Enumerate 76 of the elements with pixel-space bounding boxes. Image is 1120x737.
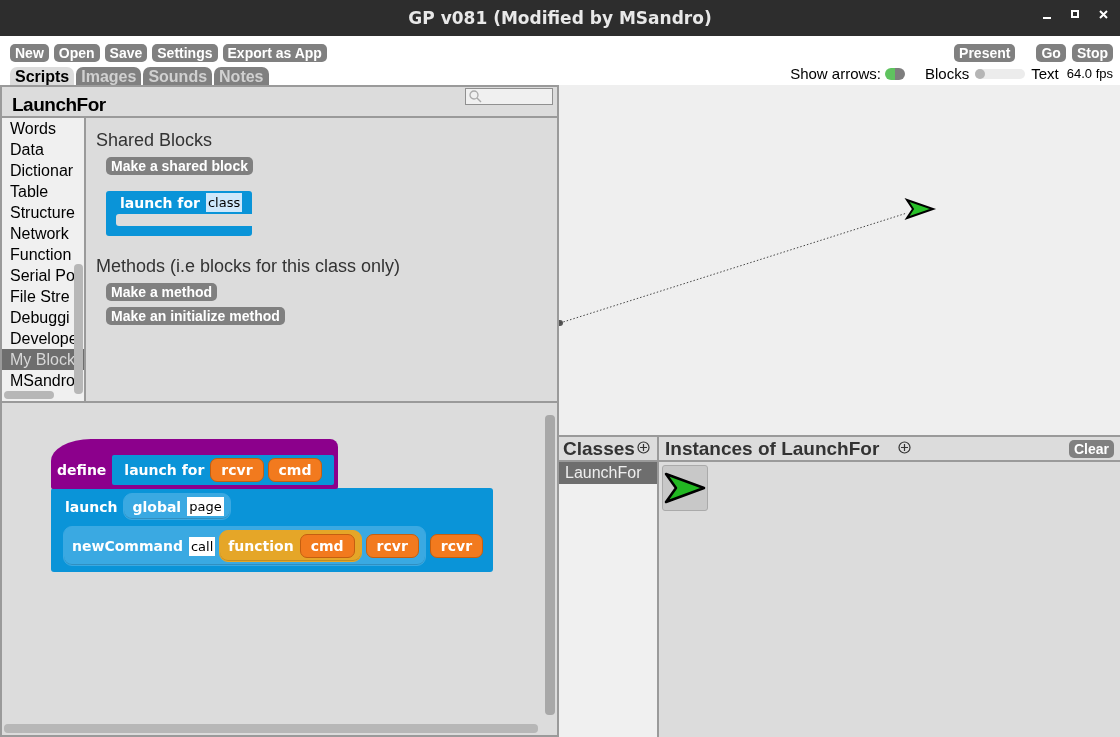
add-instance-icon[interactable]	[898, 441, 912, 454]
toolbar-button[interactable]: Stop	[1071, 44, 1113, 62]
toolbar-button[interactable]: New	[10, 44, 49, 62]
tab[interactable]: Sounds	[143, 67, 213, 85]
arrow-sprite[interactable]	[904, 198, 937, 220]
category-item[interactable]: File Stre	[2, 286, 84, 307]
category-item[interactable]: Develope	[2, 328, 84, 349]
window-title: GP v081 (Modified by MSandro)	[408, 8, 712, 28]
category-item[interactable]: Serial Po	[2, 265, 84, 286]
reporter-block[interactable]: newCommand call function cmd rcvr	[63, 526, 426, 566]
block-label: launch for	[123, 462, 206, 478]
show-arrows-toggle[interactable]	[885, 67, 906, 80]
instances-heading: Instances of LaunchFor	[665, 437, 880, 460]
search-icon	[469, 90, 482, 103]
toolbar-button[interactable]: Present	[954, 44, 1016, 62]
block-label: define	[56, 462, 108, 478]
make-method-button[interactable]: Make an initialize method	[106, 307, 285, 325]
variable-block[interactable]: rcvr	[429, 534, 484, 558]
block-label: function	[227, 538, 295, 554]
reporter-block[interactable]: global page	[123, 493, 231, 520]
show-arrows-label: Show arrows:	[790, 65, 882, 82]
scrollbar[interactable]	[545, 415, 555, 715]
clear-button[interactable]: Clear	[1068, 439, 1114, 458]
classes-heading: Classes	[563, 437, 635, 460]
category-item[interactable]: Structure	[2, 202, 84, 223]
category-item[interactable]: Network	[2, 223, 84, 244]
variable-block[interactable]: rcvr	[210, 458, 264, 482]
variable-block[interactable]: cmd	[299, 534, 355, 558]
block-label: launch for	[119, 194, 201, 211]
scrollbar[interactable]	[74, 264, 83, 394]
category-item[interactable]: Function	[2, 244, 84, 265]
add-class-icon[interactable]	[636, 441, 650, 454]
text-label: Text	[1031, 65, 1059, 82]
block-label: launch	[64, 498, 119, 515]
tab[interactable]: Images	[76, 67, 142, 85]
class-item[interactable]: LaunchFor	[559, 462, 657, 484]
category-item[interactable]: Data	[2, 139, 84, 160]
category-item[interactable]: Table	[2, 181, 84, 202]
scrollbar[interactable]	[4, 391, 54, 399]
close-icon[interactable]	[1099, 10, 1108, 19]
blocks-label: Blocks	[925, 65, 970, 82]
tab[interactable]: Scripts	[10, 67, 75, 85]
fps-reading: 64.0 fps	[1066, 66, 1113, 81]
command-block[interactable]: launch for class	[106, 191, 253, 236]
prototype-block[interactable]: launch for rcvr cmd	[112, 455, 335, 485]
toolbar-button[interactable]: Export as App	[222, 44, 327, 62]
category-item[interactable]: Words	[2, 118, 84, 139]
category-item[interactable]: MSandro	[2, 370, 84, 391]
make-method-button[interactable]: Make a method	[106, 283, 218, 301]
input-slot[interactable]: page	[187, 497, 224, 516]
toolbar-button[interactable]: Save	[104, 44, 148, 62]
toolbar-button[interactable]: Go	[1036, 44, 1066, 62]
section-heading: Shared Blocks	[96, 130, 213, 151]
command-block[interactable]: launch global page newCommand call function cmd rcvr rcvr	[51, 488, 494, 572]
tab[interactable]: Notes	[214, 67, 269, 85]
section-heading: Methods (i.e blocks for this class only)	[96, 256, 401, 277]
maximize-icon[interactable]	[1071, 10, 1079, 18]
variable-block[interactable]: cmd	[267, 458, 323, 482]
search-field[interactable]	[465, 88, 553, 105]
input-slot[interactable]: call	[188, 536, 216, 556]
variable-block[interactable]: rcvr	[365, 534, 419, 558]
input-slot[interactable]: class	[205, 193, 243, 212]
instance-thumbnail[interactable]	[662, 465, 708, 511]
arrow-icon	[664, 472, 706, 504]
block-label: global	[131, 498, 183, 515]
toolbar-button[interactable]: Open	[53, 44, 100, 62]
class-name-heading: LaunchFor	[12, 94, 106, 116]
make-shared-block-button[interactable]: Make a shared block	[106, 157, 253, 175]
block-label: newCommand	[71, 538, 184, 554]
category-item[interactable]: Dictionar	[2, 160, 84, 181]
define-hat-block[interactable]: define launch for rcvr cmd	[51, 439, 339, 489]
slider-fill[interactable]	[975, 68, 986, 79]
toolbar-button[interactable]: Settings	[152, 44, 218, 62]
category-item[interactable]: Debuggi	[2, 307, 84, 328]
scrollbar[interactable]	[4, 724, 538, 733]
reporter-block[interactable]: function cmd	[219, 530, 362, 562]
